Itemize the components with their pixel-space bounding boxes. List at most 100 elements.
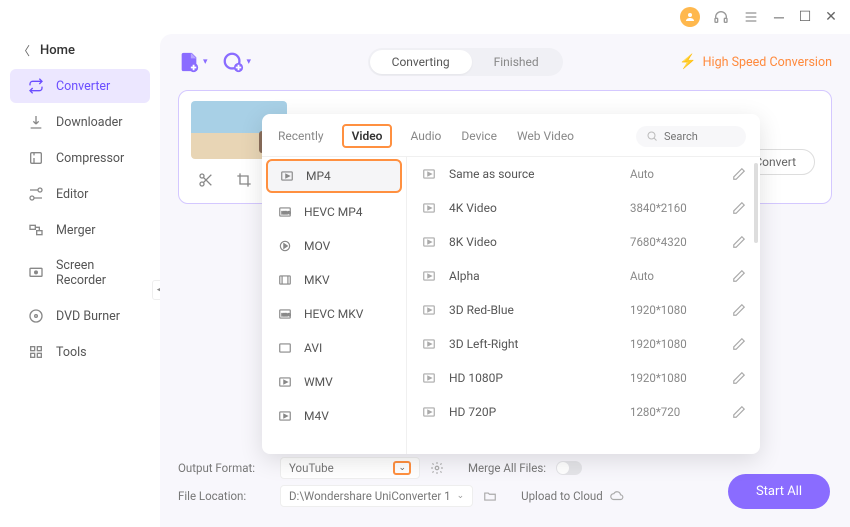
avatar[interactable] — [680, 7, 700, 27]
preset-name: 3D Red-Blue — [449, 303, 618, 317]
preset-resolution: 3840*2160 — [630, 201, 720, 215]
edit-preset-icon[interactable] — [732, 201, 746, 215]
preset-icon — [421, 371, 437, 385]
edit-preset-icon[interactable] — [732, 167, 746, 181]
preset-icon — [421, 201, 437, 215]
file-location-label: File Location: — [178, 489, 270, 503]
tab-finished[interactable]: Finished — [472, 50, 561, 74]
edit-preset-icon[interactable] — [732, 235, 746, 249]
preset-list: Same as source Auto 4K Video 3840*2160 8… — [407, 157, 760, 454]
preset-resolution: Auto — [630, 167, 720, 181]
format-item-mp4[interactable]: MP4 — [266, 159, 402, 193]
preset-resolution: 1920*1080 — [630, 371, 720, 385]
toolbar: ▾ ▾ Converting Finished ⚡ High Speed Con… — [178, 48, 832, 76]
sidebar-item-compressor[interactable]: Compressor — [10, 141, 150, 175]
format-label: M4V — [304, 409, 329, 423]
edit-preset-icon[interactable] — [732, 371, 746, 385]
format-label: MKV — [304, 273, 330, 287]
preset-row[interactable]: 3D Red-Blue 1920*1080 — [407, 293, 760, 327]
preset-row[interactable]: Alpha Auto — [407, 259, 760, 293]
compress-icon — [28, 150, 44, 166]
format-search[interactable] — [636, 126, 746, 147]
format-item-hevc-mkv[interactable]: HEVC HEVC MKV — [262, 297, 406, 331]
preset-row[interactable]: HD 720P 1280*720 — [407, 395, 760, 429]
scrollbar[interactable] — [754, 163, 758, 243]
format-item-hevc-mp4[interactable]: HEVC HEVC MP4 — [262, 195, 406, 229]
preset-icon — [421, 235, 437, 249]
preset-row[interactable]: 3D Left-Right 1920*1080 — [407, 327, 760, 361]
crop-icon[interactable] — [235, 171, 253, 189]
tab-recently[interactable]: Recently — [276, 125, 326, 147]
format-item-mkv[interactable]: MKV — [262, 263, 406, 297]
trim-icon[interactable] — [197, 171, 215, 189]
close-button[interactable]: ✕ — [824, 9, 838, 25]
add-url-button[interactable]: ▾ — [222, 51, 252, 73]
preset-name: Same as source — [449, 167, 618, 181]
tab-web-video[interactable]: Web Video — [515, 125, 576, 147]
sidebar-item-screen-recorder[interactable]: Screen Recorder — [10, 249, 150, 297]
gear-icon[interactable] — [430, 461, 444, 475]
format-item-avi[interactable]: AVI — [262, 331, 406, 365]
preset-row[interactable]: 8K Video 7680*4320 — [407, 225, 760, 259]
preset-icon — [421, 167, 437, 181]
sidebar-item-label: Editor — [56, 187, 88, 202]
format-item-wmv[interactable]: WMV — [262, 365, 406, 399]
output-format-select[interactable]: YouTube ⌄ — [280, 457, 420, 479]
edit-preset-icon[interactable] — [732, 337, 746, 351]
tools-icon — [28, 344, 44, 360]
preset-row[interactable]: 4K Video 3840*2160 — [407, 191, 760, 225]
status-tabs: Converting Finished — [368, 48, 563, 76]
preset-name: Alpha — [449, 269, 618, 283]
sidebar-item-merger[interactable]: Merger — [10, 213, 150, 247]
home-back[interactable]: 〈 Home — [0, 34, 160, 67]
preset-name: 3D Left-Right — [449, 337, 618, 351]
video-file-icon — [276, 341, 294, 355]
sidebar-item-label: DVD Burner — [56, 309, 120, 324]
preset-row[interactable]: Same as source Auto — [407, 157, 760, 191]
disc-icon — [28, 308, 44, 324]
sidebar-item-downloader[interactable]: Downloader — [10, 105, 150, 139]
sidebar-item-converter[interactable]: Converter — [10, 69, 150, 103]
format-item-mov[interactable]: MOV — [262, 229, 406, 263]
edit-preset-icon[interactable] — [732, 303, 746, 317]
tab-converting[interactable]: Converting — [370, 50, 472, 74]
bottom-bar: Output Format: YouTube ⌄ Merge All Files… — [160, 449, 850, 527]
sidebar-item-dvd-burner[interactable]: DVD Burner — [10, 299, 150, 333]
maximize-button[interactable]: ☐ — [798, 9, 812, 25]
preset-resolution: 1920*1080 — [630, 303, 720, 317]
merge-toggle[interactable] — [556, 461, 582, 475]
format-item-m4v[interactable]: M4V — [262, 399, 406, 433]
sidebar-item-editor[interactable]: Editor — [10, 177, 150, 211]
sidebar-item-tools[interactable]: Tools — [10, 335, 150, 369]
start-all-button[interactable]: Start All — [728, 474, 830, 509]
menu-icon[interactable] — [742, 8, 760, 26]
chevron-left-icon: 〈 — [18, 42, 30, 59]
preset-row[interactable]: HD 1080P 1920*1080 — [407, 361, 760, 395]
preset-resolution: 1280*720 — [630, 405, 720, 419]
edit-preset-icon[interactable] — [732, 269, 746, 283]
high-speed-conversion[interactable]: ⚡ High Speed Conversion — [679, 54, 832, 70]
tab-device[interactable]: Device — [459, 125, 499, 147]
preset-name: 8K Video — [449, 235, 618, 249]
tab-video[interactable]: Video — [342, 124, 393, 148]
editor-icon — [28, 186, 44, 202]
add-file-button[interactable]: ▾ — [178, 51, 208, 73]
upload-cloud[interactable]: Upload to Cloud — [521, 489, 625, 503]
video-file-icon — [276, 409, 294, 423]
video-file-icon — [276, 239, 294, 253]
screen-recorder-icon — [28, 265, 44, 281]
headset-icon[interactable] — [712, 8, 730, 26]
high-speed-label: High Speed Conversion — [703, 55, 832, 70]
svg-text:HEVC: HEVC — [282, 211, 292, 215]
merge-label: Merge All Files: — [468, 461, 546, 475]
converter-icon — [28, 78, 44, 94]
format-tabs: Recently Video Audio Device Web Video — [262, 114, 760, 157]
minimize-button[interactable]: ─ — [772, 9, 786, 26]
folder-icon[interactable] — [483, 489, 497, 503]
preset-icon — [421, 303, 437, 317]
preset-icon — [421, 337, 437, 351]
edit-preset-icon[interactable] — [732, 405, 746, 419]
file-location-select[interactable]: D:\Wondershare UniConverter 1 ⌄ — [280, 485, 473, 507]
search-input[interactable] — [664, 130, 734, 143]
tab-audio[interactable]: Audio — [408, 125, 443, 147]
